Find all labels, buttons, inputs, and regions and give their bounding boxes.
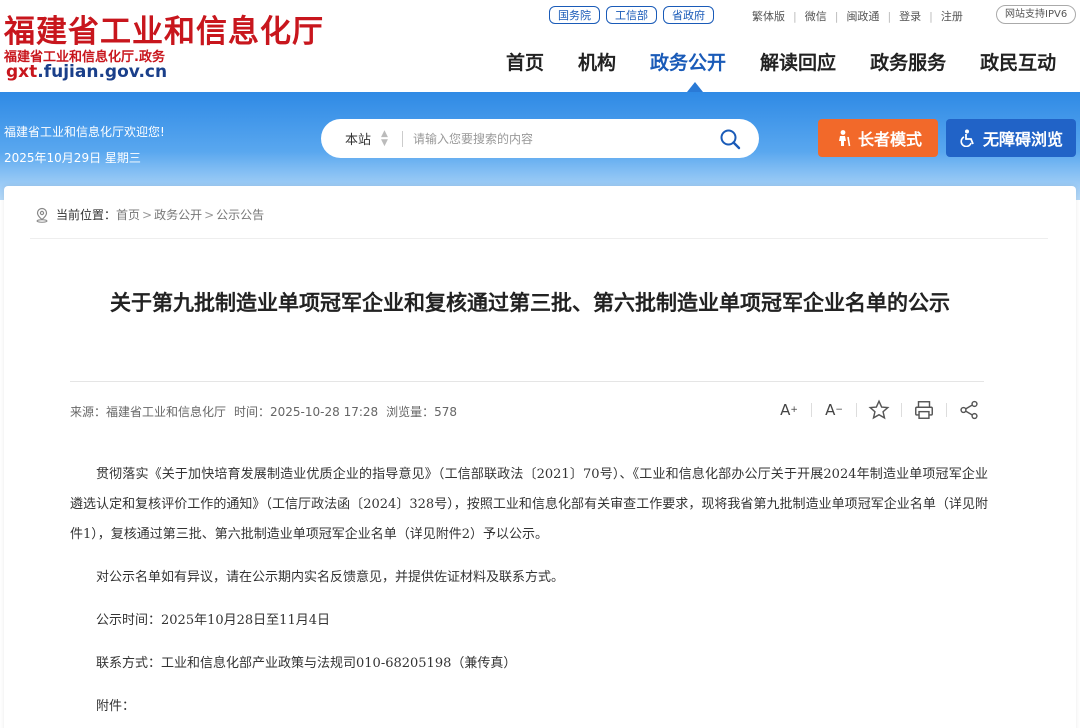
breadcrumb-announcements[interactable]: 公示公告 [216, 206, 264, 223]
top-link-miit[interactable]: 工信部 [606, 6, 657, 24]
site-header: 福建省工业和信息化厅 福建省工业和信息化厅.政务 gxt.fujian.gov.… [0, 0, 1080, 92]
article-source: 来源：福建省工业和信息化厅 [70, 405, 227, 419]
article-paragraph: 附件： [96, 699, 136, 714]
top-links: 国务院 工信部 省政府 [549, 6, 714, 24]
article-tools: A + A − [778, 399, 980, 421]
article-paragraph: 贯彻落实《关于加快培育发展制造业优质企业的指导意见》（工信部联政法〔2021〕7… [70, 467, 988, 542]
divider [946, 403, 947, 417]
breadcrumb-home[interactable]: 首页 [116, 206, 140, 223]
search-icon[interactable] [719, 128, 741, 150]
divider: | [793, 9, 797, 23]
top-link-province[interactable]: 省政府 [663, 6, 714, 24]
content-card: 当前位置： 首页 > 政务公开 > 公示公告 关于第九批制造业单项冠军企业和复核通过… [4, 186, 1076, 728]
register-link[interactable]: 注册 [941, 8, 963, 24]
article-paragraph: 对公示名单如有异议，请在公示期内实名反馈意见，并提供佐证材料及联系方式。 [96, 570, 565, 585]
article-meta: 来源：福建省工业和信息化厅 时间：2025-10-28 17:28 浏览量：57… [70, 403, 457, 420]
search-input[interactable] [412, 131, 703, 146]
breadcrumb-separator: > [142, 207, 153, 222]
search-divider [401, 130, 403, 147]
current-date: 2025年10月29日 星期三 [4, 151, 141, 165]
search-scope-select[interactable]: 本站 [345, 129, 371, 148]
site-logo-url: gxt.fujian.gov.cn [6, 62, 167, 82]
top-link-state-council[interactable]: 国务院 [549, 6, 600, 24]
article-title: 关于第九批制造业单项冠军企业和复核通过第三批、第六批制造业单项冠军企业名单的公示 [110, 291, 950, 315]
divider: | [887, 9, 892, 23]
article-paragraph: 联系方式：工业和信息化部产业政策与法规司010-68205198（兼传真） [96, 656, 517, 671]
nav-item-interaction[interactable]: 政民互动 [980, 48, 1056, 75]
breadcrumb: 当前位置： 首页 > 政务公开 > 公示公告 [34, 206, 264, 223]
nav-item-home[interactable]: 首页 [506, 48, 544, 75]
article-views: 浏览量：578 [386, 405, 458, 419]
elder-mode-label: 长者模式 [857, 130, 922, 149]
logo-url-prefix: gxt [6, 62, 38, 82]
active-nav-caret-icon [687, 82, 703, 92]
scope-updown-icon[interactable]: ▲ ▼ [381, 129, 388, 148]
elder-icon [838, 130, 851, 147]
nav-item-organization[interactable]: 机构 [578, 48, 616, 75]
main-nav: 首页 机构 政务公开 解读回应 政务服务 政民互动 [506, 48, 1056, 75]
print-icon[interactable] [913, 399, 935, 421]
divider [901, 403, 902, 417]
search-bar: 本站 ▲ ▼ [321, 119, 759, 158]
divider [856, 403, 857, 417]
wheelchair-icon [960, 129, 974, 147]
ipv6-badge: 网站支持IPV6 [996, 5, 1077, 24]
article-paragraph: 公示时间：2025年10月28日至11月4日 [96, 613, 330, 628]
traditional-chinese-link[interactable]: 繁体版 [752, 8, 785, 24]
login-link[interactable]: 登录 [899, 8, 921, 24]
breadcrumb-label: 当前位置： [56, 208, 117, 222]
elder-mode-button[interactable]: 长者模式 [818, 119, 938, 157]
font-increase-icon[interactable]: A + [778, 399, 800, 421]
title-divider [70, 381, 984, 382]
breadcrumb-separator: > [204, 207, 215, 222]
accessible-browsing-button[interactable]: 无障碍浏览 [946, 119, 1076, 157]
divider: | [834, 9, 839, 23]
location-pin-icon [36, 207, 48, 223]
article-body: 贯彻落实《关于加快培育发展制造业优质企业的指导意见》（工信部联政法〔2021〕7… [70, 460, 988, 728]
minzhengtong-link[interactable]: 闽政通 [846, 8, 879, 24]
divider: | [929, 9, 933, 23]
favorite-star-icon[interactable] [868, 399, 890, 421]
banner: 福建省工业和信息化厅欢迎您! 2025年10月29日 星期三 本站 ▲▼ 长者模… [0, 92, 1080, 200]
accessible-browsing-label: 无障碍浏览 [982, 130, 1063, 149]
article-time: 时间：2025-10-28 17:28 [234, 405, 379, 419]
site-logo-title[interactable]: 福建省工业和信息化厅 [4, 6, 324, 51]
breadcrumb-divider [30, 238, 1048, 239]
logo-url-rest: .fujian.gov.cn [37, 62, 168, 82]
share-icon[interactable] [958, 399, 980, 421]
font-decrease-icon[interactable]: A − [823, 399, 845, 421]
wechat-link[interactable]: 微信 [805, 8, 827, 24]
nav-item-government-affairs[interactable]: 政务公开 [650, 48, 726, 75]
nav-item-interpretation[interactable]: 解读回应 [760, 48, 836, 75]
welcome-text: 福建省工业和信息化厅欢迎您! [4, 125, 165, 139]
nav-item-services[interactable]: 政务服务 [870, 48, 946, 75]
divider [811, 403, 812, 417]
breadcrumb-government-affairs[interactable]: 政务公开 [154, 206, 202, 223]
utility-links: 繁体版 | 微信 | 闽政通 | 登录 | 注册 [752, 8, 963, 24]
